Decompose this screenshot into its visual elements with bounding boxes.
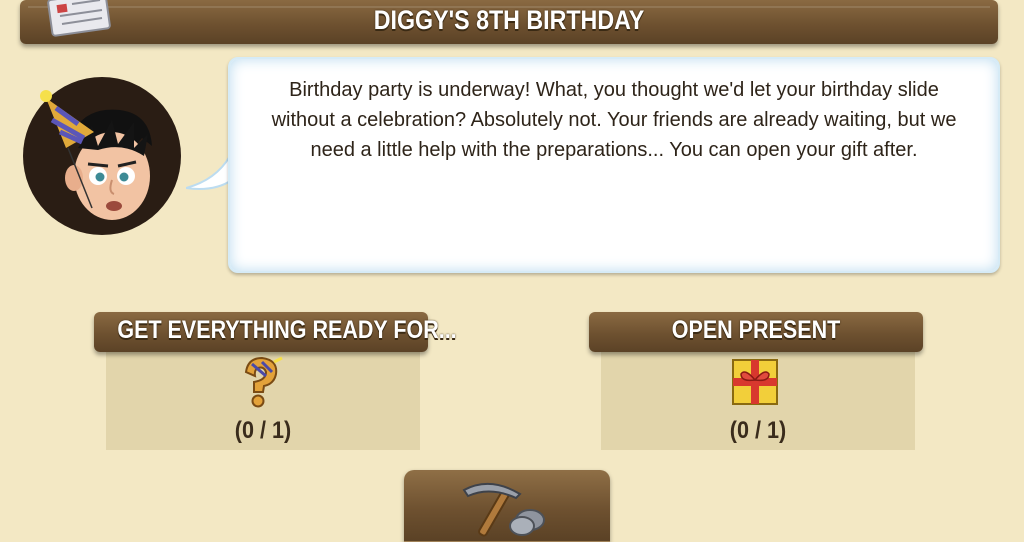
dialog-title: DIGGY'S 8TH BIRTHDAY xyxy=(373,5,645,35)
task-header: OPEN PRESENT xyxy=(589,312,923,352)
pickaxe-stone-icon xyxy=(462,483,545,537)
task-get-everything-ready: GET EVERYTHING READY FOR... (0 / 1) xyxy=(94,312,457,452)
dig-button[interactable] xyxy=(404,470,610,542)
task-progress: (0 / 1) xyxy=(234,417,292,444)
task-progress: (0 / 1) xyxy=(729,417,787,444)
quest-dialog: DIGGY'S 8TH BIRTHDAY Birthday party is u… xyxy=(0,0,1024,542)
task-open-present: OPEN PRESENT (0 / 1) xyxy=(589,312,923,452)
speech-bubble: Birthday party is underway! What, you th… xyxy=(228,57,1000,273)
dialog-message: Birthday party is underway! What, you th… xyxy=(271,79,957,161)
title-bar: DIGGY'S 8TH BIRTHDAY xyxy=(20,0,998,44)
speech-bubble-tail xyxy=(186,152,234,190)
task-label: OPEN PRESENT xyxy=(671,316,841,344)
task-label: GET EVERYTHING READY FOR... xyxy=(117,316,457,344)
question-mark-icon xyxy=(244,356,283,408)
task-header: GET EVERYTHING READY FOR... xyxy=(94,312,457,352)
diggy-party-hat-avatar xyxy=(23,77,181,235)
gift-box-icon xyxy=(732,359,778,405)
quest-scroll-icon xyxy=(47,0,111,37)
